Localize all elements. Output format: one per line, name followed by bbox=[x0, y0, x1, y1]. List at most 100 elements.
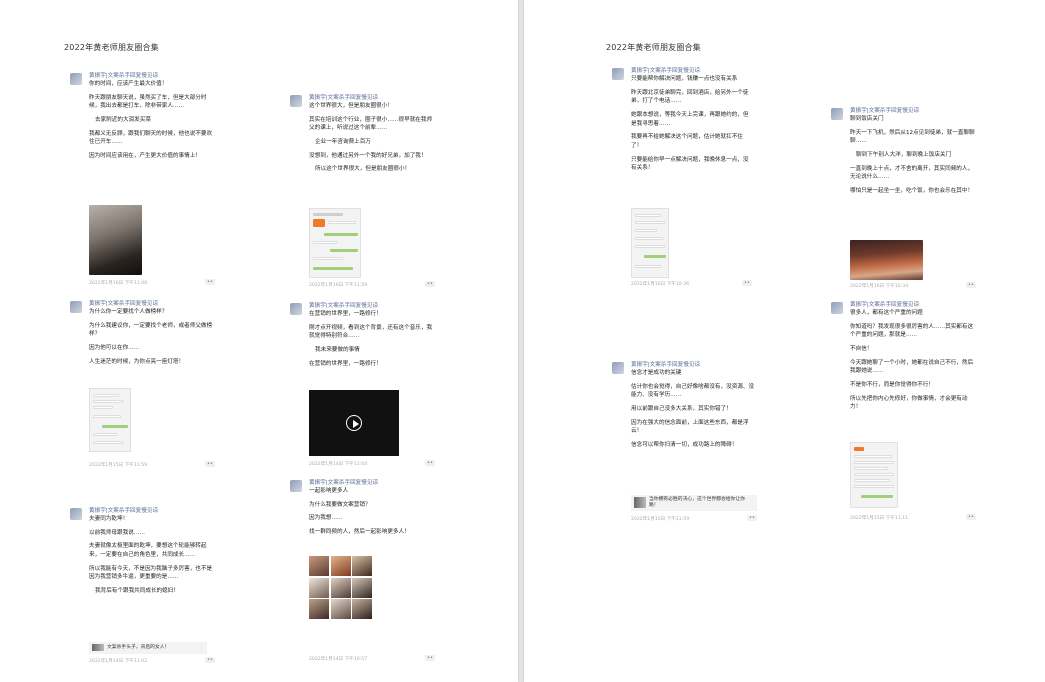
moment-post: 黄振宇|文案杀手回复慢见谅 只要能帮你解决问题，钱赚一点也没有关系 昨天跟北京徒… bbox=[612, 68, 752, 290]
post-paragraph: 我未来要做的事情 bbox=[315, 346, 360, 353]
post-paragraph: 因为他可以在你…… bbox=[89, 344, 140, 351]
video-thumbnail[interactable] bbox=[309, 390, 399, 456]
page-title: 2022年黄老师朋友圈合集 bbox=[606, 43, 701, 52]
more-button[interactable]: •• bbox=[742, 280, 752, 286]
avatar[interactable] bbox=[70, 301, 82, 313]
post-paragraph: 一起影响更多人 bbox=[309, 488, 349, 494]
more-button[interactable]: •• bbox=[966, 282, 976, 288]
post-paragraph: 昨天跟北京徒弟聊完，回到酒店，给另外一个徒弟，打了个电话…… bbox=[631, 89, 749, 105]
grid-photo[interactable] bbox=[330, 599, 351, 619]
post-paragraph: 在营销的世界里，一路修行！ bbox=[309, 311, 382, 317]
avatar[interactable] bbox=[290, 480, 302, 492]
post-photo[interactable] bbox=[850, 240, 923, 280]
post-paragraph: 聊到饭店关门 bbox=[850, 116, 884, 122]
shared-link-text: 当你拥有必胜的决心，这个世界都会给你让你路！ bbox=[649, 497, 745, 509]
post-paragraph: 其实在培训这个行业，圈子很小……很早就在我师父的课上，听说过这个前辈…… bbox=[309, 116, 433, 132]
grid-photo[interactable] bbox=[309, 577, 329, 598]
moment-post: 黄振宇|文案杀手回复慢见谅 这个世界很大，但是朋友圈很小！ 其实在培训这个行业，… bbox=[290, 95, 435, 290]
play-icon[interactable] bbox=[346, 415, 362, 431]
grid-photo[interactable] bbox=[309, 556, 329, 576]
more-button[interactable]: •• bbox=[747, 515, 757, 521]
post-photo[interactable] bbox=[89, 205, 142, 275]
avatar[interactable] bbox=[70, 73, 82, 85]
more-button[interactable]: •• bbox=[425, 460, 435, 466]
grid-photo[interactable] bbox=[309, 599, 329, 619]
post-paragraph: 以前我师母跟我说…… bbox=[89, 529, 145, 536]
post-time: 2022年1月14日 下午11:04 bbox=[309, 462, 368, 467]
grid-photo[interactable] bbox=[352, 556, 372, 576]
chat-screenshot[interactable] bbox=[309, 208, 361, 278]
post-paragraph: 企业一年咨询费上百万 bbox=[315, 138, 371, 145]
chat-screenshot[interactable] bbox=[89, 388, 131, 452]
post-time: 2022年1月15日 下午11:59 bbox=[89, 463, 148, 468]
post-paragraph: 不是你不行，而是你觉得你不行！ bbox=[850, 381, 934, 388]
moment-post: 黄振宇|文案杀手回复慢见谅 你的时间，应该产生最大价值！ 昨天跟朋友聊天说，虽然… bbox=[70, 73, 215, 288]
post-paragraph: 一直到晚上十点，才不舍的离开，其实同频的人，无论说什么…… bbox=[850, 165, 974, 181]
post-paragraph: 昨天跟朋友聊天说，虽然买了车，但是大部分时候，我出去都是打车，除非带家人…… bbox=[89, 94, 207, 110]
post-paragraph: 刚才点开视频，看到这个背景，还有这个音乐，我就觉得特别符合…… bbox=[309, 324, 433, 340]
post-time: 2022年1月14日 下午10:57 bbox=[309, 657, 368, 662]
post-body: 只要能帮你解决问题，钱赚一点也没有关系 昨天跟北京徒弟聊完，回到酒店，给另外一个… bbox=[631, 75, 752, 178]
post-time: 2022年1月15日 下午11:11 bbox=[850, 516, 909, 521]
post-body: 在营销的世界里，一路修行！ 刚才点开视频，看到这个背景，还有这个音乐，我就觉得特… bbox=[309, 310, 435, 373]
post-paragraph: 因为时间应该用在，产生更大价值的事情上！ bbox=[89, 152, 201, 159]
shared-link[interactable]: 文案杀手头子，背后的女人！ bbox=[89, 642, 207, 654]
post-paragraph: 因为在强大的信念面前，上面这些东西，都是浮云！ bbox=[631, 419, 749, 435]
post-paragraph: 你的时间，应该产生最大价值！ bbox=[89, 81, 168, 87]
more-button[interactable]: •• bbox=[205, 279, 215, 285]
post-paragraph: 所以这个世界很大，但是朋友圈很小！ bbox=[315, 166, 411, 173]
post-paragraph: 你知道吗？我发现很多很厉害的人……其实都有这个严重的问题，那就是…… bbox=[850, 323, 974, 339]
avatar[interactable] bbox=[290, 303, 302, 315]
right-page: 2022年黄老师朋友圈合集 黄振宇|文案杀手回复慢见谅 只要能帮你解决问题，钱赚… bbox=[524, 0, 1045, 682]
post-time: 2022年1月16日 下午11:59 bbox=[309, 283, 368, 288]
post-paragraph: 这个世界很大，但是朋友圈很小！ bbox=[309, 103, 393, 109]
post-paragraph: 只要能帮你解决问题，钱赚一点也没有关系 bbox=[631, 76, 738, 82]
avatar[interactable] bbox=[831, 108, 843, 120]
chat-screenshot[interactable] bbox=[850, 442, 898, 508]
post-paragraph: 信念可以帮你扫清一切，成功路上的障碍！ bbox=[631, 441, 738, 448]
post-paragraph: 用以前跟自己没多大关系，其实你错了！ bbox=[631, 405, 732, 412]
post-paragraph: 找一群同频的人，然后一起影响更多人！ bbox=[309, 528, 410, 535]
shared-link[interactable]: 当你拥有必胜的决心，这个世界都会给你让你路！ bbox=[631, 495, 757, 511]
more-button[interactable]: •• bbox=[425, 281, 435, 287]
more-button[interactable]: •• bbox=[205, 461, 215, 467]
moment-post: 黄振宇|文案杀手回复慢见谅 一起影响更多人 为什么我要做文案营销？ 因为我想……… bbox=[290, 480, 435, 670]
moment-post: 黄振宇|文案杀手回复慢见谅 夫妻同为乾坤！ 以前我师母跟我说…… 夫妻就像太极里… bbox=[70, 508, 215, 673]
post-paragraph: 我背后有个跟我共同成长的媳妇！ bbox=[95, 587, 179, 594]
avatar[interactable] bbox=[290, 95, 302, 107]
avatar[interactable] bbox=[70, 508, 82, 520]
avatar[interactable] bbox=[612, 362, 624, 374]
post-paragraph: 信念才是成功的关键 bbox=[631, 370, 682, 376]
moment-post: 黄振宇|文案杀手回复慢见谅 很多人，都有这个严重的问题 你知道吗？我发现很多很厉… bbox=[831, 302, 976, 524]
post-paragraph: 哪怕只是一起坐一坐，吃个饭，你也会乐在其中！ bbox=[850, 187, 974, 194]
moment-post: 黄振宇|文案杀手回复慢见谅 为什么你一定要找个人做榜样？ 为什么我建议你，一定要… bbox=[70, 301, 215, 473]
moment-post: 黄振宇|文案杀手回复慢见谅 在营销的世界里，一路修行！ 刚才点开视频，看到这个背… bbox=[290, 303, 435, 473]
shared-link-text: 文案杀手头子，背后的女人！ bbox=[107, 645, 170, 650]
post-time: 2022年1月14日 下午11:02 bbox=[89, 659, 148, 664]
avatar[interactable] bbox=[612, 68, 624, 80]
post-paragraph: 估计你也会觉得，自己好像啥都没有，没资源、没能力、没有学历…… bbox=[631, 383, 755, 399]
grid-photo[interactable] bbox=[352, 577, 372, 598]
avatar[interactable] bbox=[831, 302, 843, 314]
post-body: 你的时间，应该产生最大价值！ 昨天跟朋友聊天说，虽然买了车，但是大部分时候，我出… bbox=[89, 80, 215, 166]
more-button[interactable]: •• bbox=[205, 657, 215, 663]
post-paragraph: 昨天一下飞机，然后从12点见到徒弟，就一直聊聊聊…… bbox=[850, 129, 975, 145]
post-paragraph: 在营销的世界里，一路修行！ bbox=[309, 360, 382, 367]
chat-screenshot[interactable] bbox=[631, 208, 669, 278]
post-paragraph: 聊到下午别人大洋，聊到晚上饭店关门 bbox=[856, 151, 952, 158]
post-body: 夫妻同为乾坤！ 以前我师母跟我说…… 夫妻就像太极里面的乾坤，要想这个轮能够转起… bbox=[89, 515, 215, 601]
post-paragraph: 只要能给你早一点解决问题，我晚休息一点，没有关系！ bbox=[631, 156, 749, 172]
grid-photo[interactable] bbox=[330, 577, 351, 598]
photo-grid[interactable] bbox=[309, 556, 372, 619]
more-button[interactable]: •• bbox=[425, 655, 435, 661]
more-button[interactable]: •• bbox=[966, 514, 976, 520]
post-paragraph: 夫妻同为乾坤！ bbox=[89, 516, 129, 522]
grid-photo[interactable] bbox=[352, 599, 372, 619]
grid-photo[interactable] bbox=[330, 556, 351, 576]
left-page: 2022年黄老师朋友圈合集 黄振宇|文案杀手回复慢见谅 你的时间，应该产生最大价… bbox=[0, 0, 518, 682]
post-body: 一起影响更多人 为什么我要做文案营销？ 因为我想…… 找一群同频的人，然后一起影… bbox=[309, 487, 435, 542]
post-paragraph: 今天跟她聊了一个小时，她都在说自己不行，然后我跟她说…… bbox=[850, 359, 974, 375]
post-paragraph: 因为我想…… bbox=[309, 515, 343, 522]
post-paragraph: 所以我能有今天，不是因为我脑子多厉害，也不是因为我营销多牛逼，更重要的是…… bbox=[89, 565, 213, 581]
post-paragraph: 所以先把你内心先修好，你做事情，才会更有动力！ bbox=[850, 395, 968, 411]
